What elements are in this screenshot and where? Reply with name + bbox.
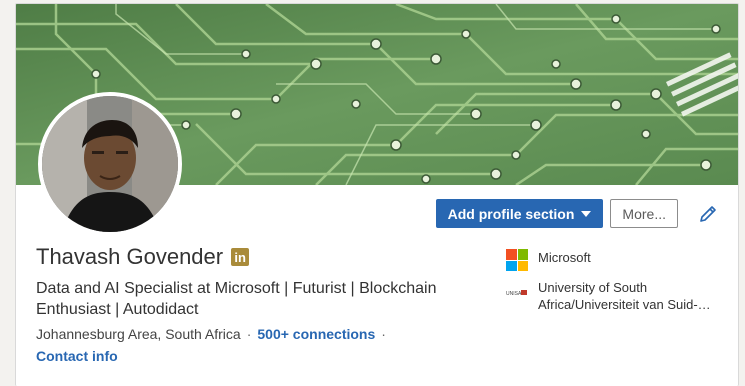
svg-text:UNISA: UNISA [506,291,522,297]
contact-info-link[interactable]: Contact info [36,348,118,364]
unisa-logo-icon: UNISA [506,282,528,304]
org-name: Microsoft [538,250,591,265]
profile-avatar[interactable] [38,92,182,236]
add-profile-section-button[interactable]: Add profile section [435,199,604,228]
profile-actions: Add profile section More... [435,199,720,228]
more-button[interactable]: More... [610,199,678,228]
caret-down-icon [581,210,592,217]
organizations-list: Microsoft UNISA University of South Afri… [506,249,726,321]
connections-link[interactable]: 500+ connections [257,326,375,342]
separator-dot: · [381,326,386,342]
org-item-unisa[interactable]: UNISA University of South Africa/Univers… [506,279,726,313]
org-item-microsoft[interactable]: Microsoft [506,249,726,271]
profile-location: Johannesburg Area, South Africa [36,326,241,342]
add-profile-section-label: Add profile section [447,205,575,222]
separator-dot: · [246,326,252,342]
profile-name: Thavash Govender [36,244,224,269]
microsoft-logo-icon [506,249,528,271]
pencil-icon [700,205,716,222]
edit-profile-button[interactable] [696,202,720,226]
name-row: Thavash Govender in [36,244,250,270]
org-name: University of South Africa/Universiteit … [538,280,698,312]
profile-headline: Data and AI Specialist at Microsoft | Fu… [36,280,437,318]
profile-card: Add profile section More... Thavash Gove… [15,3,739,386]
location-row: Johannesburg Area, South Africa · 500+ c… [36,326,386,342]
linkedin-premium-icon: in [231,248,250,266]
